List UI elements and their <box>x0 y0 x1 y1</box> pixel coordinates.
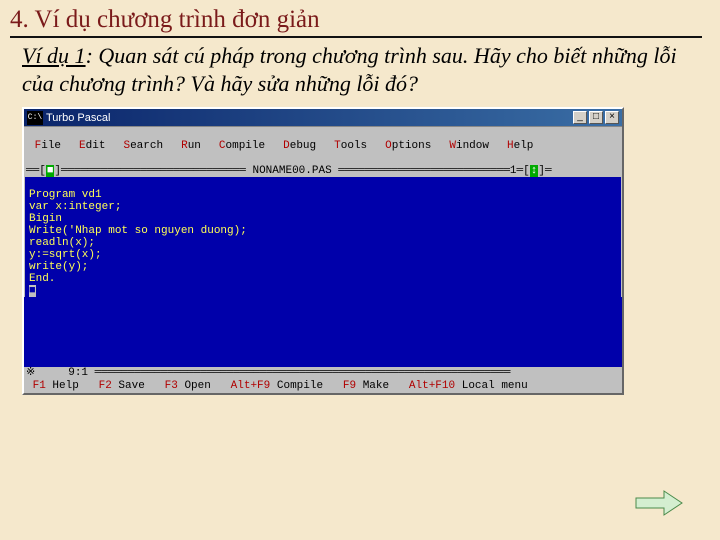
menu-search[interactable]: Search <box>123 140 163 152</box>
code-line: y:=sqrt(x); <box>29 249 102 261</box>
menu-file[interactable]: File <box>35 140 61 152</box>
altf10-key[interactable]: Alt+F10 <box>409 380 455 392</box>
menu-options[interactable]: Options <box>385 140 431 152</box>
editor-empty-area <box>24 297 622 367</box>
bottom-hint-bar: F1 Help F2 Save F3 Open Alt+F9 Compile F… <box>24 379 622 393</box>
section-heading: 4. Ví dụ chương trình đơn giản <box>10 6 702 38</box>
minimize-button[interactable]: _ <box>573 111 587 124</box>
cursor-position: 9:1 ═══ <box>35 367 114 379</box>
menu-tools[interactable]: Tools <box>334 140 367 152</box>
cursor-icon: ■ <box>29 285 36 297</box>
menu-compile[interactable]: Compile <box>219 140 265 152</box>
code-line: readln(x); <box>29 237 95 249</box>
titlebar: C:\ Turbo Pascal _ □ × <box>24 109 622 127</box>
menu-run[interactable]: Run <box>181 140 201 152</box>
f3-key[interactable]: F3 <box>165 380 178 392</box>
f9-key[interactable]: F9 <box>343 380 356 392</box>
editor-filename: NONAME00.PAS <box>252 165 331 177</box>
code-line: write(y); <box>29 261 88 273</box>
code-line: Bigin <box>29 213 62 225</box>
f2-key[interactable]: F2 <box>99 380 112 392</box>
altf9-key[interactable]: Alt+F9 <box>231 380 271 392</box>
f1-key[interactable]: F1 <box>33 380 46 392</box>
turbo-pascal-window: C:\ Turbo Pascal _ □ × File Edit Search Run… <box>22 107 624 395</box>
menu-window[interactable]: Window <box>449 140 489 152</box>
restore-button[interactable]: □ <box>589 111 603 124</box>
menu-debug[interactable]: Debug <box>283 140 316 152</box>
next-arrow-icon[interactable] <box>634 488 684 518</box>
marker-icon: ※ <box>26 367 35 379</box>
editor-frame-top: ══[■]════════════════════════════ NONAME… <box>24 165 622 177</box>
window-title: Turbo Pascal <box>46 112 573 124</box>
code-line: Write('Nhap mot so nguyen duong); <box>29 225 247 237</box>
menu-edit[interactable]: Edit <box>79 140 105 152</box>
code-line: Program vd1 <box>29 189 102 201</box>
menu-help[interactable]: Help <box>507 140 533 152</box>
code-line: var x:integer; <box>29 201 121 213</box>
example-label: Ví dụ 1 <box>22 43 86 68</box>
status-line: ※ 9:1 ══════════════════════════════════… <box>24 367 622 379</box>
code-line: End. <box>29 273 55 285</box>
system-menu-icon[interactable]: C:\ <box>27 111 43 125</box>
close-button[interactable]: × <box>605 111 619 124</box>
code-editor[interactable]: Program vd1 var x:integer; Bigin Write('… <box>24 177 622 297</box>
exercise-description: Ví dụ 1: Quan sát cú pháp trong chương t… <box>22 42 698 97</box>
menubar: File Edit Search Run Compile Debug Tools Option… <box>24 127 622 165</box>
example-text: : Quan sát cú pháp trong chương trình sa… <box>22 43 677 96</box>
